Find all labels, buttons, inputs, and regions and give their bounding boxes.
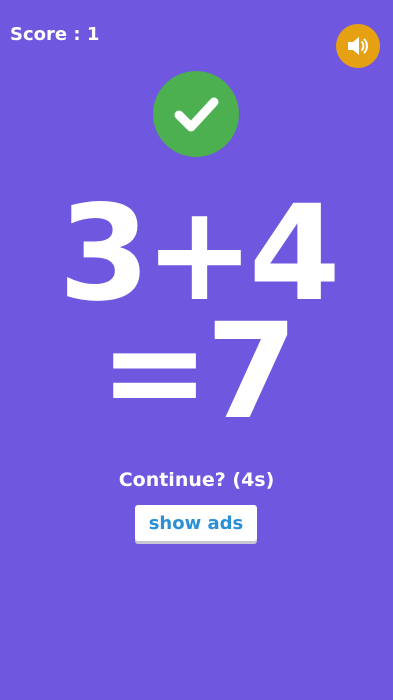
continue-countdown: Continue? (4s) [118,469,275,491]
correct-answer-badge [153,71,239,157]
score-label: Score : 1 [10,24,100,45]
checkmark-icon [174,97,219,132]
speaker-volume-icon [348,37,368,55]
show-ads-button[interactable]: show ads [135,505,257,541]
equation-answer: =7 [99,295,297,449]
sound-toggle-button[interactable] [336,24,380,68]
